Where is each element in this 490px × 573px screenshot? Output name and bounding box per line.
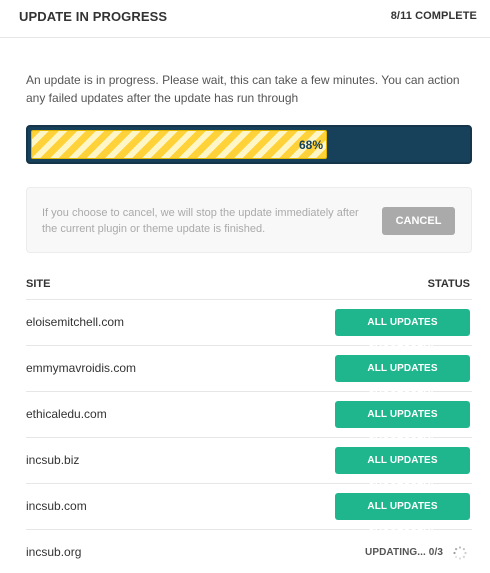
- header-bar: UPDATE IN PROGRESS 8/11 COMPLETE: [0, 0, 490, 38]
- status-badge: ALL UPDATES SUCCESSFUL: [335, 401, 470, 447]
- site-name: eloisemitchell.com: [26, 315, 125, 329]
- table-row: eloisemitchell.com ALL UPDATES SUCCESSFU…: [26, 300, 472, 355]
- sites-table: SITE STATUS eloisemitchell.com ALL UPDAT…: [26, 269, 472, 573]
- table-row: incsub.org UPDATING... 0/3: [26, 530, 472, 573]
- cancel-panel: If you choose to cancel, we will stop th…: [26, 187, 472, 253]
- table-row: incsub.biz ALL UPDATES SUCCESSFUL: [26, 438, 472, 493]
- column-header-site: SITE: [26, 278, 51, 290]
- site-name: incsub.org: [26, 545, 82, 559]
- progress-bar: 68%: [26, 125, 472, 164]
- cancel-explanation: If you choose to cancel, we will stop th…: [42, 207, 359, 235]
- status-badge: ALL UPDATES SUCCESSFUL: [335, 309, 470, 355]
- column-header-status: STATUS: [427, 278, 470, 290]
- status-badge: ALL UPDATES SUCCESSFUL: [335, 355, 470, 401]
- site-name: incsub.biz: [26, 453, 80, 467]
- progress-count: 8/11 COMPLETE: [390, 10, 477, 22]
- site-name: incsub.com: [26, 499, 87, 513]
- cancel-button[interactable]: CANCEL: [382, 207, 455, 235]
- status-badge: ALL UPDATES SUCCESSFUL: [335, 447, 470, 493]
- status-updating-text: UPDATING... 0/3: [365, 547, 443, 558]
- status-badge: ALL UPDATES SUCCESSFUL: [335, 493, 470, 539]
- site-name: emmymavroidis.com: [26, 361, 137, 375]
- table-row: ethicaledu.com ALL UPDATES SUCCESSFUL: [26, 392, 472, 447]
- progress-bar-fill: 68%: [31, 130, 327, 159]
- table-row: incsub.com ALL UPDATES SUCCESSFUL: [26, 484, 472, 539]
- page-title: UPDATE IN PROGRESS: [19, 9, 168, 24]
- table-header: SITE STATUS: [26, 269, 472, 300]
- intro-message: An update is in progress. Please wait, t…: [26, 73, 460, 105]
- table-row: emmymavroidis.com ALL UPDATES SUCCESSFUL: [26, 346, 472, 401]
- progress-percent-label: 68%: [298, 138, 323, 152]
- site-name: ethicaledu.com: [26, 407, 107, 421]
- loading-spinner-icon: [453, 546, 467, 560]
